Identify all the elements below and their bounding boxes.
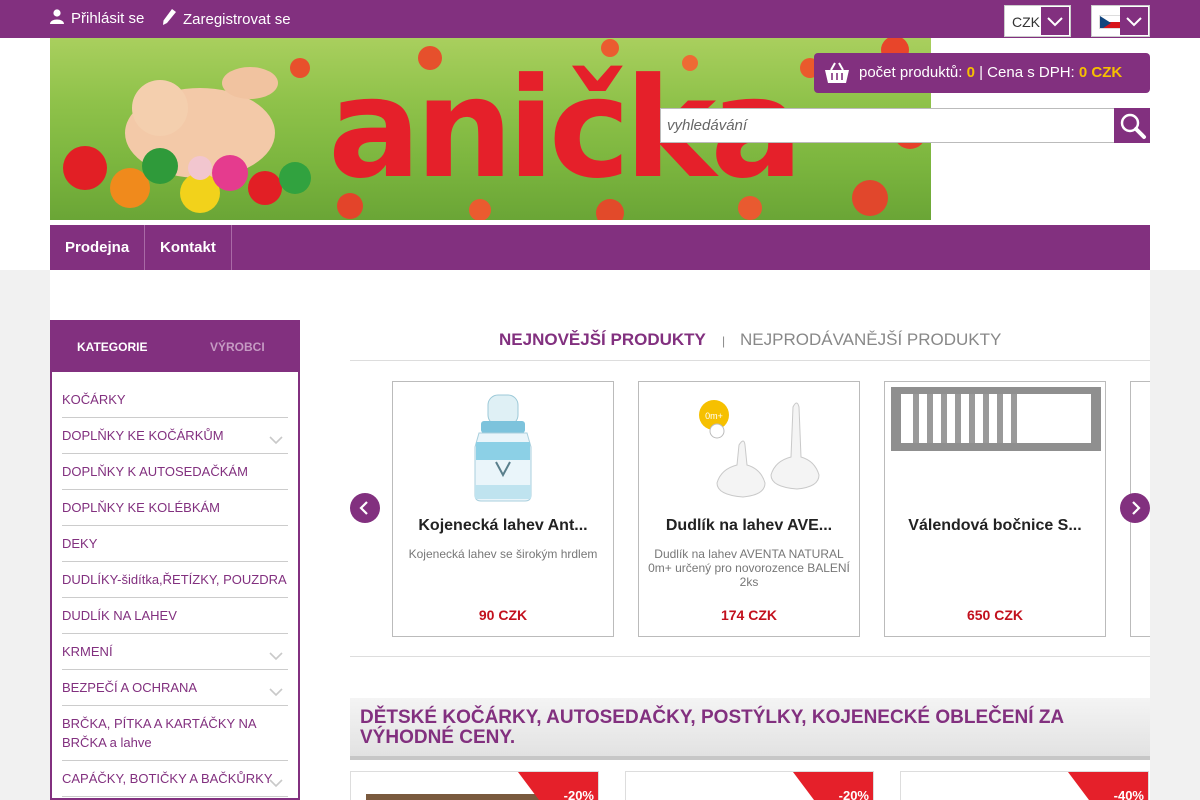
cart-price-label: Cena s DPH: bbox=[987, 64, 1075, 81]
product-image bbox=[393, 387, 613, 507]
nav-item-kontakt[interactable]: Kontakt bbox=[145, 225, 232, 270]
sidebar-item[interactable]: DOPLŇKY KE KOČÁRKŮM bbox=[62, 418, 288, 454]
cart-price-value: 0 CZK bbox=[1078, 64, 1123, 81]
sidebar-item-label: DOPLŇKY KE KOLÉBKÁM bbox=[62, 500, 220, 515]
sidebar-item[interactable]: KOČÁRKY bbox=[62, 382, 288, 418]
product-title[interactable]: Dudlík na lahev AVE... bbox=[639, 517, 859, 535]
promo-heading-box: DĚTSKÉ KOČÁRKY, AUTOSEDAČKY, POSTÝLKY, K… bbox=[350, 698, 1150, 760]
chevron-down-icon bbox=[1120, 7, 1148, 35]
sidebar-item-label: DOPLŇKY K AUTOSEDAČKÁM bbox=[62, 464, 248, 479]
sidebar-item-label: BEZPEČÍ A OCHRANA bbox=[62, 680, 198, 695]
age-badge: 0m+ bbox=[705, 411, 723, 421]
product-carousel: Kojenecká lahev Ant... Kojenecká lahev s… bbox=[350, 362, 1150, 657]
nav-item-prodejna[interactable]: Prodejna bbox=[50, 225, 146, 270]
sidebar-item[interactable]: BEZPEČÍ A OCHRANA bbox=[62, 670, 288, 706]
sidebar-item-label: CAPÁČKY, BOTIČKY A BAČKŮRKY bbox=[62, 771, 273, 786]
currency-value: CZK bbox=[1012, 14, 1040, 30]
sidebar-item-label: DUDLÍKY-šidítka,ŘETÍZKY, POUZDRA bbox=[62, 572, 287, 587]
sidebar-item-label: DOPLŇKY KE KOČÁRKŮM bbox=[62, 428, 224, 443]
category-list: KOČÁRKY DOPLŇKY KE KOČÁRKŮM DOPLŇKY K AUTO… bbox=[62, 382, 288, 797]
sidebar-item[interactable]: DOPLŇKY KE KOLÉBKÁM bbox=[62, 490, 288, 526]
product-price: 174 CZK bbox=[720, 607, 778, 623]
sidebar-tabs: KATEGORIE VÝROBCI bbox=[52, 322, 298, 372]
sidebar-item[interactable]: DOPLŇKY K AUTOSEDAČKÁM bbox=[62, 454, 288, 490]
discount-product-card[interactable]: -40% bbox=[900, 771, 1149, 800]
chevron-down-icon bbox=[1041, 7, 1069, 35]
product-price: 90 CZK bbox=[478, 607, 528, 623]
product-image bbox=[885, 387, 1105, 507]
sidebar-item[interactable]: BRČKA, PÍTKA A KARTÁČKY NA BRČKA a lahve bbox=[62, 706, 288, 761]
tab-bestselling-products[interactable]: NEJPRODÁVANĚJŠÍ PRODUKTY bbox=[740, 330, 1001, 350]
cart-summary[interactable]: počet produktů: 0 | Cena s DPH: 0 CZK bbox=[814, 53, 1150, 93]
product-title[interactable]: Kojenecká lahev Ant... bbox=[393, 517, 613, 535]
user-icon bbox=[50, 9, 64, 28]
search-button[interactable] bbox=[1114, 108, 1150, 143]
product-description: Kojenecká lahev se širokým hrdlem bbox=[408, 547, 598, 561]
sidebar-item[interactable]: CAPÁČKY, BOTIČKY A BAČKŮRKY bbox=[62, 761, 288, 797]
bottle-teat-icon: 0m+ bbox=[699, 400, 820, 498]
tab-manufacturers[interactable]: VÝROBCI bbox=[210, 340, 265, 354]
currency-select[interactable]: CZK bbox=[1004, 5, 1071, 37]
chevron-down-icon[interactable] bbox=[268, 683, 284, 702]
discount-value: -20% bbox=[838, 788, 869, 800]
cart-separator: | bbox=[979, 64, 983, 81]
product-image: 0m+ bbox=[639, 387, 859, 507]
tab-newest-products[interactable]: NEJNOVĚJŠÍ PRODUKTY bbox=[499, 330, 706, 350]
discount-badge: -40% bbox=[1068, 772, 1148, 800]
sidebar-item[interactable]: DUDLÍK NA LAHEV bbox=[62, 598, 288, 634]
discount-badge: -20% bbox=[518, 772, 598, 800]
discount-value: -40% bbox=[1113, 788, 1144, 800]
product-card[interactable]: Kojenecká lahev Ant... Kojenecká lahev s… bbox=[392, 381, 614, 637]
pencil-icon bbox=[162, 9, 176, 29]
sidebar-item[interactable]: KRMENÍ bbox=[62, 634, 288, 670]
sidebar-item-label: DUDLÍK NA LAHEV bbox=[62, 608, 177, 623]
chevron-down-icon[interactable] bbox=[268, 431, 284, 450]
basket-icon bbox=[824, 61, 850, 89]
product-title[interactable]: Válendová bočnice S... bbox=[885, 517, 1105, 535]
product-price: 650 CZK bbox=[966, 607, 1024, 623]
product-card[interactable]: 0m+ Dudlík na lahev AVE... Dudlík na lah… bbox=[638, 381, 860, 637]
sidebar-item-label: BRČKA, PÍTKA A KARTÁČKY NA BRČKA a lahve bbox=[62, 716, 256, 750]
register-link[interactable]: Zaregistrovat se bbox=[162, 9, 291, 29]
tab-categories[interactable]: KATEGORIE bbox=[77, 340, 147, 354]
top-bar: Přihlásit se Zaregistrovat se CZK bbox=[0, 0, 1200, 38]
discount-badge: -20% bbox=[793, 772, 873, 800]
product-description: Dudlík na lahev AVENTA NATURAL 0m+ určen… bbox=[648, 547, 850, 589]
register-label: Zaregistrovat se bbox=[183, 10, 291, 28]
carousel-prev-button[interactable] bbox=[350, 493, 380, 523]
login-label: Přihlásit se bbox=[71, 10, 145, 27]
cart-text: počet produktů: 0 | Cena s DPH: 0 CZK bbox=[859, 64, 1122, 81]
discount-product-card[interactable]: -20% bbox=[625, 771, 874, 800]
cart-count-label: počet produktů: bbox=[859, 64, 963, 81]
discount-product-card[interactable]: -20% bbox=[350, 771, 599, 800]
product-tabs: NEJNOVĚJŠÍ PRODUKTY | NEJPRODÁVANĚJŠÍ PR… bbox=[350, 320, 1150, 361]
login-link[interactable]: Přihlásit se bbox=[50, 9, 144, 28]
sidebar-item[interactable]: DEKY bbox=[62, 526, 288, 562]
language-select[interactable] bbox=[1091, 5, 1150, 37]
sidebar-item[interactable]: DUDLÍKY-šidítka,ŘETÍZKY, POUZDRA bbox=[62, 562, 288, 598]
chevron-down-icon[interactable] bbox=[268, 647, 284, 666]
category-sidebar: KATEGORIE VÝROBCI KOČÁRKY DOPLŇKY KE KOČÁ… bbox=[50, 320, 300, 800]
baby-bottle-icon bbox=[474, 394, 532, 502]
sidebar-item-label: KOČÁRKY bbox=[62, 392, 126, 407]
czech-flag-icon bbox=[1099, 15, 1121, 29]
product-card[interactable]: Válendová bočnice S... 650 CZK bbox=[884, 381, 1106, 637]
carousel-next-button[interactable] bbox=[1120, 493, 1150, 523]
search-icon bbox=[1114, 113, 1150, 147]
main-nav: Prodejna Kontakt bbox=[50, 225, 1150, 270]
chevron-left-icon bbox=[350, 501, 380, 527]
crib-rail-icon bbox=[891, 387, 1101, 451]
tab-separator: | bbox=[722, 334, 726, 348]
promo-heading: DĚTSKÉ KOČÁRKY, AUTOSEDAČKY, POSTÝLKY, K… bbox=[360, 707, 1064, 748]
chevron-down-icon[interactable] bbox=[268, 774, 284, 793]
sidebar-item-label: KRMENÍ bbox=[62, 644, 113, 659]
chevron-right-icon bbox=[1120, 501, 1150, 527]
sidebar-item-label: DEKY bbox=[62, 536, 98, 551]
discount-value: -20% bbox=[563, 788, 594, 800]
cart-count-value: 0 bbox=[966, 64, 975, 81]
search-input[interactable] bbox=[660, 108, 1115, 143]
